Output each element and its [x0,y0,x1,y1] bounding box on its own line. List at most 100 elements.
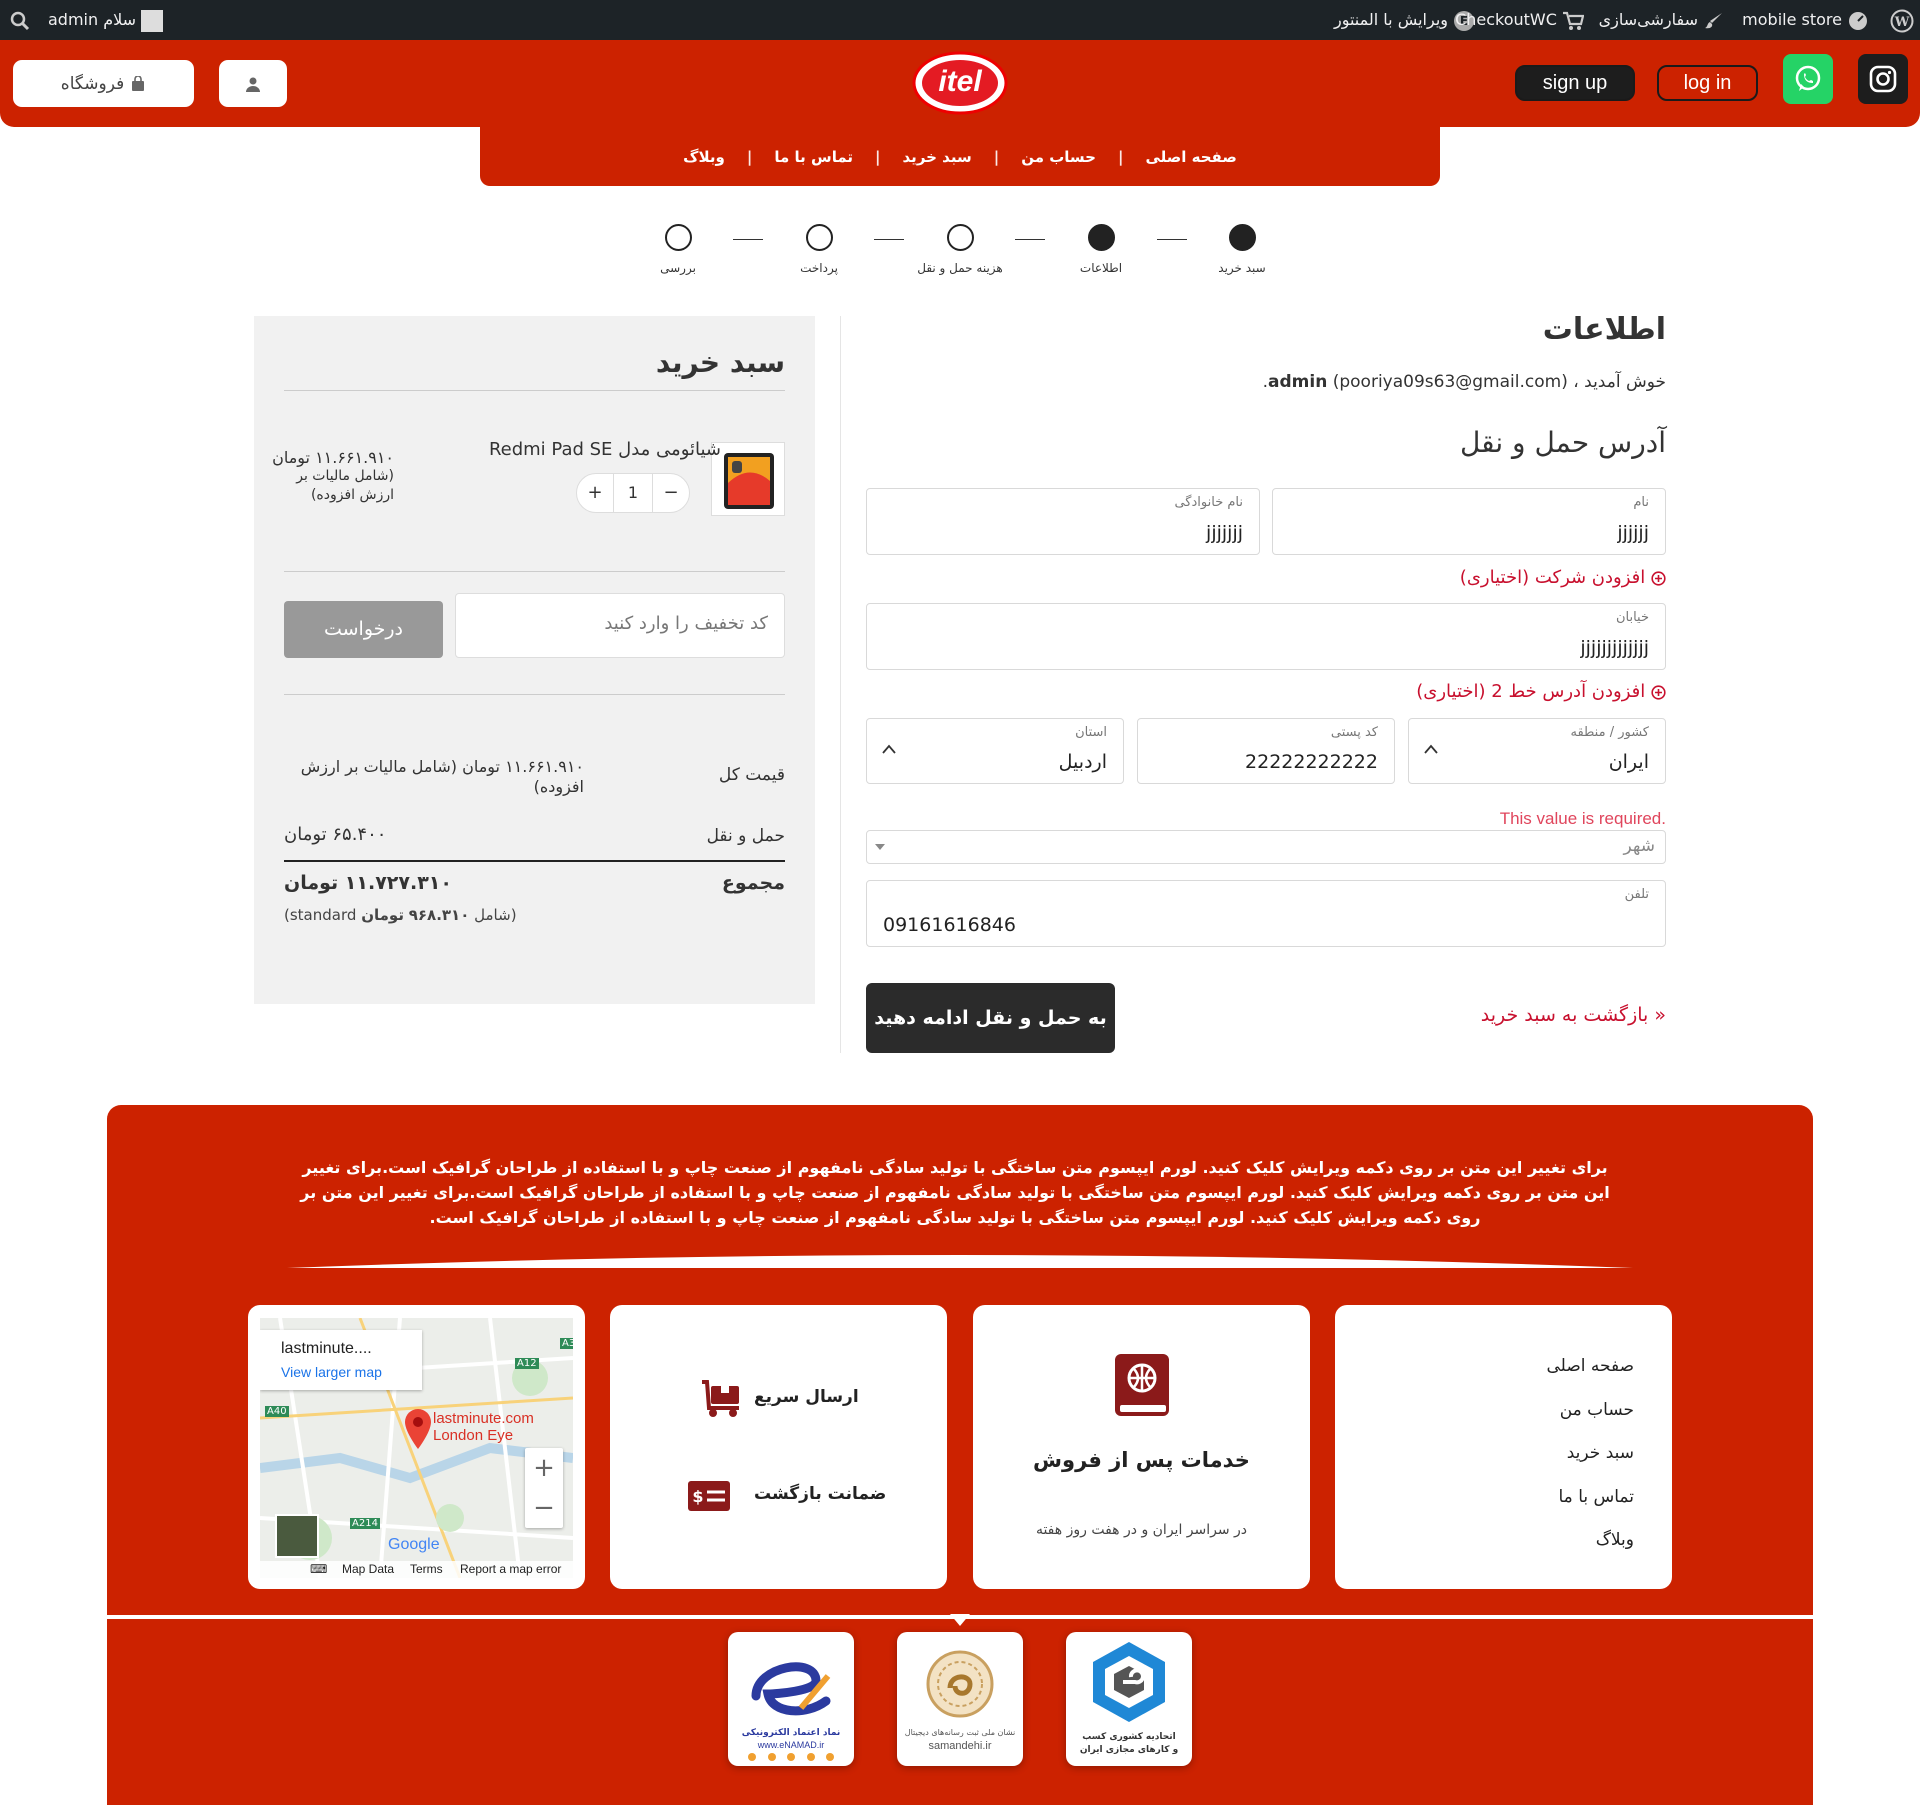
first-name-field[interactable]: نام jjjjjj [1272,488,1666,555]
postcode-field[interactable]: کد پستی 22222222222 [1137,718,1395,784]
map-terms-link[interactable]: Terms [410,1562,443,1576]
map-report-link[interactable]: Report a map error [460,1562,561,1576]
footer-link-home[interactable]: صفحه اصلی [1547,1345,1634,1389]
apply-coupon-button[interactable]: درخواست [284,601,443,658]
signup-button[interactable]: sign up [1515,65,1635,101]
nav-item-home[interactable]: صفحه اصلی [1145,148,1236,166]
subtotal-label: قیمت کل [718,765,785,785]
back-to-cart-link[interactable]: « بازگشت به سبد خرید [1481,1004,1666,1026]
divider [284,694,785,695]
footer-link-contact[interactable]: تماس با ما [1547,1476,1635,1520]
phone-label: تلفن [1624,887,1649,902]
step-dot [1087,224,1115,251]
nav-item-contact[interactable]: تماس با ما [774,148,853,166]
last-name-field[interactable]: نام خانوادگی jjjjjjj [866,488,1260,555]
checkout-wc-link[interactable]: CheckoutWC [1455,0,1585,40]
map-data-link[interactable]: Map Data [342,1562,394,1576]
city-error: This value is required. [1499,809,1666,828]
add-company-link[interactable]: افزودن شرکت (اختیاری) [1460,567,1666,588]
phone-field[interactable]: تلفن 09161616846 [866,880,1666,947]
satellite-toggle[interactable] [275,1514,319,1558]
continue-to-shipping-button[interactable]: به حمل و نقل ادامه دهید [866,983,1115,1053]
province-select[interactable]: استان اردبیل [866,718,1124,784]
user-name: admin [1268,372,1328,392]
qty-decrease-button[interactable]: − [653,474,689,512]
step-review[interactable]: بررسی [613,224,743,275]
customize-link[interactable]: سفارشی‌سازی [1599,0,1724,40]
country-select[interactable]: کشور / منطقه ایران [1408,718,1666,784]
view-larger-map-link[interactable]: View larger map [281,1364,382,1380]
map-pin-icon[interactable] [403,1408,433,1450]
login-button[interactable]: log in [1657,65,1758,101]
etehadie-title-line1: اتحادیه کشوری کسب [1082,1732,1176,1742]
admin-greeting[interactable]: سلام admin [48,0,167,40]
google-logo: Google [388,1536,440,1553]
product-thumbnail [711,442,785,516]
account-button[interactable] [219,60,287,107]
checkout-label: CheckoutWC [1455,10,1557,29]
step-information[interactable]: اطلاعات [1036,224,1166,275]
search-icon[interactable] [10,0,30,40]
elementor-label: ویرایش با المنتور [1333,10,1448,29]
shop-label: فروشگاه [60,73,125,94]
site-logo[interactable]: itel [912,51,1008,115]
postcode-value: 22222222222 [1245,751,1378,773]
etehadie-logo-icon [1093,1642,1165,1722]
product-name: شیائومی مدل Redmi Pad SE [488,439,721,460]
first-name-value: jjjjjj [1617,522,1649,544]
qty-value[interactable]: 1 [613,474,653,512]
street-field[interactable]: خیابان jjjjjjjjjjjjj [866,603,1666,670]
total-divider [284,860,785,862]
step-shipping[interactable]: هزینه حمل و نقل [895,224,1025,275]
qty-increase-button[interactable]: + [577,474,613,512]
user-email: (pooriya09s63@gmail.com) [1332,372,1568,392]
wordpress-icon[interactable]: W [1890,0,1914,40]
city-select[interactable]: شهر [866,830,1666,864]
nav-item-account[interactable]: حساب من [1021,148,1096,166]
features-card: ارسال سریع $ ضمانت بازگشت [610,1305,947,1589]
instagram-icon[interactable] [1858,54,1908,104]
etehadie-badge[interactable]: اتحادیه کشوری کسب و کارهای مجازی ایران [1066,1632,1192,1766]
plus-circle-icon [1651,684,1666,700]
enamad-badge[interactable]: نماد اعتماد الکترونیکی www.eNAMAD.ir [728,1632,854,1766]
shopping-bag-icon [132,75,145,91]
footer-link-account[interactable]: حساب من [1547,1389,1634,1433]
chevron-up-icon [1424,744,1438,754]
map-zoom-controls: + − [525,1448,563,1528]
map-card: lastminute.... View larger map A40 A12 A… [248,1305,585,1589]
samandehi-badge[interactable]: نشان ملی ثبت رسانه‌های دیجیتال samandehi… [897,1632,1023,1766]
zoom-in-button[interactable]: + [525,1448,563,1488]
footer-links: صفحه اصلی حساب من سبد خرید تماس با ما وب… [1547,1345,1634,1563]
site-name-link[interactable]: mobile store [1742,0,1868,40]
product-tax-note: (شامل مالیات بر ارزش افزوده) [296,468,394,503]
keyboard-icon[interactable]: ⌨ [310,1562,327,1576]
main-nav: صفحه اصلی | حساب من | سبد خرید | تماس با ما… [480,127,1440,186]
footer-link-cart[interactable]: سبد خرید [1547,1432,1634,1476]
footer-link-blog[interactable]: وبلاگ [1547,1519,1634,1563]
map-place-name: lastminute.... [281,1340,372,1357]
embedded-map[interactable]: lastminute.... View larger map A40 A12 A… [260,1318,573,1578]
divider [284,571,785,572]
coupon-input[interactable]: کد تخفیف را وارد کنید [455,593,785,658]
elementor-edit-link[interactable]: Eویرایش با المنتور [1334,0,1474,40]
whatsapp-icon[interactable] [1783,54,1833,104]
shop-button[interactable]: فروشگاه [13,60,194,107]
add-address2-link[interactable]: افزودن آدرس خط 2 (اختیاری) [1416,681,1666,702]
zoom-out-button[interactable]: − [525,1488,563,1528]
tax-note-suffix: standard) [284,906,357,924]
step-cart[interactable]: سبد خرید [1177,224,1307,275]
map-info-box: lastminute.... View larger map [260,1330,422,1390]
samandehi-seal-icon [926,1650,994,1718]
step-payment[interactable]: پرداخت [754,224,884,275]
shipping-value: ۶۵.۴۰۰ تومان [284,824,387,845]
samandehi-title: نشان ملی ثبت رسانه‌های دیجیتال [904,1728,1016,1737]
customize-label: سفارشی‌سازی [1598,10,1698,29]
nav-separator: | [1118,147,1124,166]
street-label: خیابان [1615,610,1649,625]
product-price: ۱۱.۶۶۱.۹۱۰ تومان [272,448,394,467]
province-label: استان [1075,725,1107,740]
nav-item-blog[interactable]: وبلاگ [683,148,725,166]
plus-circle-icon [1651,570,1666,586]
nav-item-cart[interactable]: سبد خرید [903,148,972,166]
step-label: اطلاعات [1079,261,1123,275]
